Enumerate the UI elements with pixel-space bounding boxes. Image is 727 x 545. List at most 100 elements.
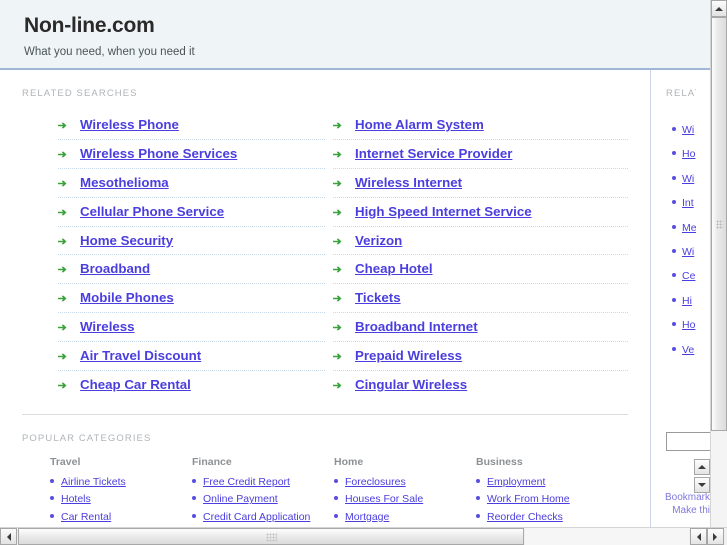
green-arrow-bullet-icon: [58, 151, 67, 158]
sidebar-search-input[interactable]: [666, 432, 710, 451]
scroll-up-button[interactable]: [711, 0, 727, 17]
category-list-item[interactable]: Car Rental: [50, 508, 192, 526]
related-search-link[interactable]: Verizon: [355, 233, 402, 248]
related-search-item[interactable]: Home Alarm System: [333, 111, 628, 140]
sidebar-frame-scrollbar[interactable]: [694, 459, 710, 511]
sidebar-list-item[interactable]: Wi: [672, 239, 696, 263]
scroll-left-button-2[interactable]: [690, 528, 707, 545]
related-search-item[interactable]: Broadband Internet: [333, 313, 628, 343]
related-search-link[interactable]: Wireless: [80, 319, 135, 334]
category-list-item[interactable]: Credit Card Application: [192, 508, 334, 526]
related-search-link[interactable]: Mobile Phones: [80, 290, 174, 305]
category-link[interactable]: Employment: [487, 476, 545, 488]
related-search-link[interactable]: Wireless Internet: [355, 175, 462, 190]
category-list-item[interactable]: Foreclosures: [334, 473, 476, 491]
related-search-item[interactable]: Wireless Phone: [58, 111, 325, 140]
window-vertical-scrollbar[interactable]: [710, 0, 727, 527]
related-search-item[interactable]: Wireless: [58, 313, 325, 343]
sidebar-related-link[interactable]: Hi: [682, 295, 692, 307]
related-search-item[interactable]: Cingular Wireless: [333, 371, 628, 400]
related-search-item[interactable]: Wireless Internet: [333, 169, 628, 198]
category-link[interactable]: Houses For Sale: [345, 493, 423, 505]
sidebar-list-item[interactable]: Ve: [672, 337, 696, 361]
related-search-link[interactable]: Wireless Phone Services: [80, 146, 237, 161]
sidebar-list-item[interactable]: Ho: [672, 312, 696, 336]
related-search-item[interactable]: Cheap Hotel: [333, 255, 628, 285]
category-list-item[interactable]: Free Credit Report: [192, 473, 334, 491]
sidebar-related-link[interactable]: Ce: [682, 270, 695, 282]
related-search-link[interactable]: High Speed Internet Service: [355, 204, 532, 219]
related-search-item[interactable]: Cellular Phone Service: [58, 198, 325, 227]
category-list-item[interactable]: Airline Tickets: [50, 473, 192, 491]
vertical-scroll-track[interactable]: [711, 17, 727, 527]
related-search-link[interactable]: Broadband: [80, 261, 150, 276]
sidebar-list-item[interactable]: Wi: [672, 117, 696, 141]
category-list-item[interactable]: Reorder Checks: [476, 508, 618, 526]
scroll-left-button[interactable]: [0, 528, 17, 545]
related-search-link[interactable]: Wireless Phone: [80, 117, 179, 132]
window-horizontal-scrollbar[interactable]: [0, 527, 727, 545]
related-search-link[interactable]: Cheap Car Rental: [80, 377, 191, 392]
category-list-item[interactable]: Hotels: [50, 490, 192, 508]
sidebar-list-item[interactable]: Me: [672, 215, 696, 239]
related-search-item[interactable]: Mobile Phones: [58, 284, 325, 314]
category-link[interactable]: Free Credit Report: [203, 476, 290, 488]
category-link[interactable]: Hotels: [61, 493, 91, 505]
related-search-link[interactable]: Home Alarm System: [355, 117, 484, 132]
sidebar-scroll-down-button[interactable]: [694, 477, 710, 493]
related-search-link[interactable]: Broadband Internet: [355, 319, 478, 334]
related-search-item[interactable]: Air Travel Discount: [58, 342, 325, 372]
category-link[interactable]: Online Payment: [203, 493, 278, 505]
category-list-item[interactable]: Houses For Sale: [334, 490, 476, 508]
related-search-item[interactable]: Internet Service Provider: [333, 140, 628, 169]
related-search-link[interactable]: Tickets: [355, 290, 401, 305]
sidebar-list-item[interactable]: Wi: [672, 166, 696, 190]
scroll-right-button[interactable]: [707, 528, 724, 545]
related-search-link[interactable]: Home Security: [80, 233, 173, 248]
related-search-item[interactable]: Tickets: [333, 284, 628, 314]
related-search-link[interactable]: Mesothelioma: [80, 175, 169, 190]
category-list-item[interactable]: Mortgage: [334, 508, 476, 526]
sidebar-related-link[interactable]: Wi: [682, 124, 694, 136]
sidebar-related-link[interactable]: Wi: [682, 173, 694, 185]
sidebar-related-link[interactable]: Ho: [682, 148, 695, 160]
related-search-item[interactable]: Verizon: [333, 227, 628, 256]
category-link[interactable]: Airline Tickets: [61, 476, 126, 488]
related-search-link[interactable]: Prepaid Wireless: [355, 348, 462, 363]
sidebar-list-item[interactable]: Hi: [672, 288, 696, 312]
sidebar-list-item[interactable]: Int: [672, 190, 696, 214]
category-link[interactable]: Foreclosures: [345, 476, 406, 488]
category-link[interactable]: Car Rental: [61, 511, 111, 523]
related-search-item[interactable]: Cheap Car Rental: [58, 371, 325, 400]
horizontal-scroll-track[interactable]: [525, 528, 689, 545]
sidebar-related-link[interactable]: Me: [682, 222, 696, 234]
related-search-link[interactable]: Cheap Hotel: [355, 261, 433, 276]
vertical-scroll-thumb[interactable]: [711, 17, 727, 431]
category-link[interactable]: Reorder Checks: [487, 511, 563, 523]
category-link[interactable]: Credit Card Application: [203, 511, 310, 523]
category-list-item[interactable]: Online Payment: [192, 490, 334, 508]
related-search-item[interactable]: Mesothelioma: [58, 169, 325, 198]
related-search-item[interactable]: Prepaid Wireless: [333, 342, 628, 372]
category-list-item[interactable]: Work From Home: [476, 490, 618, 508]
horizontal-scroll-thumb[interactable]: [18, 528, 524, 545]
sidebar-related-link[interactable]: Int: [682, 197, 694, 209]
related-search-link[interactable]: Air Travel Discount: [80, 348, 201, 363]
related-search-link[interactable]: Cellular Phone Service: [80, 204, 224, 219]
sidebar-scroll-up-button[interactable]: [694, 459, 710, 475]
sidebar-related-link[interactable]: Ve: [682, 344, 694, 356]
related-search-link[interactable]: Internet Service Provider: [355, 146, 512, 161]
related-search-link[interactable]: Cingular Wireless: [355, 377, 467, 392]
related-search-item[interactable]: High Speed Internet Service: [333, 198, 628, 227]
related-search-item[interactable]: Broadband: [58, 255, 325, 285]
sidebar-related-link[interactable]: Ho: [682, 319, 695, 331]
related-search-item[interactable]: Home Security: [58, 227, 325, 256]
category-list-item[interactable]: Employment: [476, 473, 618, 491]
category-link[interactable]: Mortgage: [345, 511, 389, 523]
category-link[interactable]: Work From Home: [487, 493, 570, 505]
sidebar-list-item[interactable]: Ho: [672, 141, 696, 165]
sidebar-list-item[interactable]: Ce: [672, 263, 696, 287]
related-search-item[interactable]: Wireless Phone Services: [58, 140, 325, 169]
horizontal-scroll-arrow-group[interactable]: [690, 528, 726, 545]
sidebar-related-link[interactable]: Wi: [682, 246, 694, 258]
